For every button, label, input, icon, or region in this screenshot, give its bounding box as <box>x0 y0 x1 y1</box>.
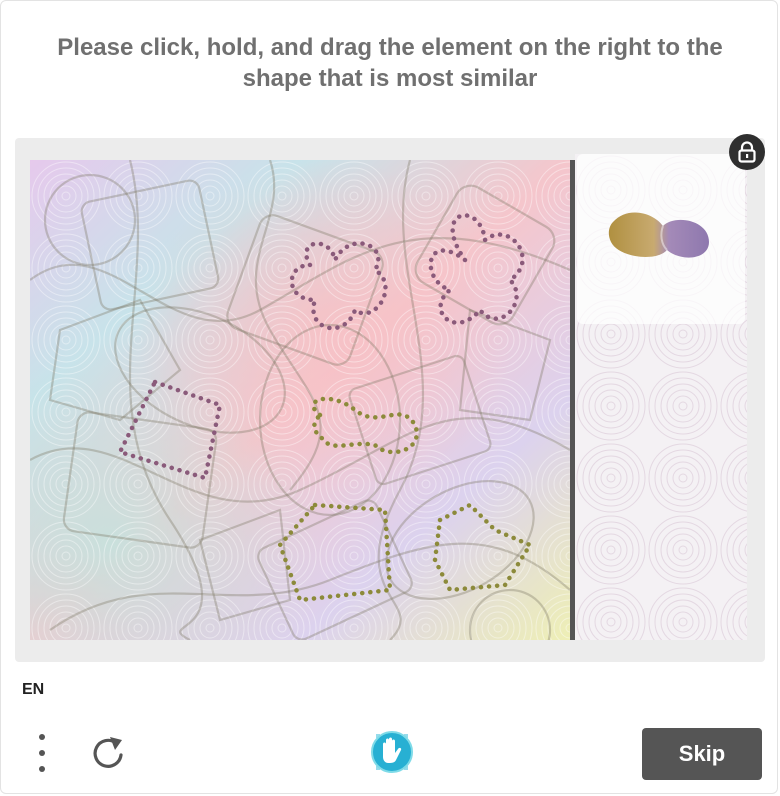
task-prompt: Please click, hold, and drag the element… <box>20 32 760 94</box>
skip-button[interactable]: Skip <box>642 728 762 780</box>
task-area <box>15 134 765 662</box>
prompt-line-1: Please click, hold, and drag the element… <box>57 34 723 61</box>
draggable-panel <box>575 154 747 640</box>
prompt-line-2: shape that is most similar <box>242 65 538 92</box>
menu-dot <box>39 750 45 756</box>
draggable-shape[interactable] <box>605 206 715 266</box>
language-selector[interactable]: EN <box>22 681 44 699</box>
hand-logo-icon <box>371 731 413 773</box>
challenge-canvas[interactable] <box>30 160 570 640</box>
menu-dot <box>39 734 45 740</box>
menu-dot <box>39 766 45 772</box>
refresh-icon[interactable] <box>88 733 128 773</box>
vertical-dots-icon[interactable] <box>30 732 54 774</box>
lock-icon[interactable] <box>729 134 765 170</box>
